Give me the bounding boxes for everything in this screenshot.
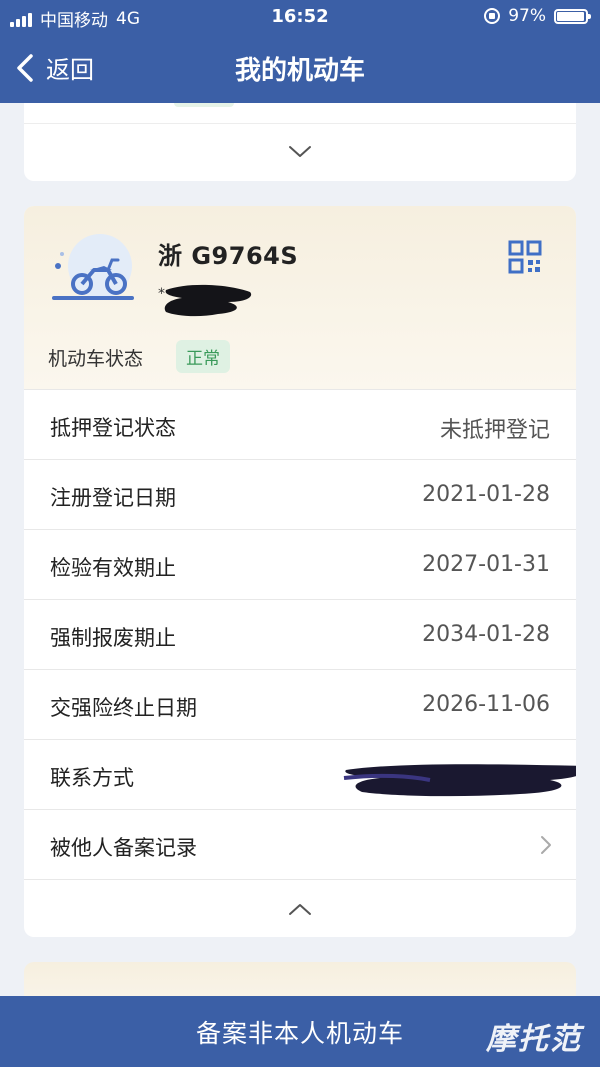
vehicle-card-header: 浙 G9764S * 机动车状态 正常 [24, 206, 576, 389]
battery-icon [554, 8, 591, 24]
chevron-down-icon[interactable] [288, 145, 312, 159]
detail-row-contact: 联系方式 [24, 739, 576, 809]
vehicle-card: 浙 G9764S * 机动车状态 正常 抵押登记状态 未抵押登记 注册登记日期 … [24, 206, 576, 937]
rotation-lock-icon [484, 8, 501, 24]
detail-label: 抵押登记状态 [50, 416, 176, 440]
detail-row-insurance-end: 交强险终止日期 2026-11-06 [24, 669, 576, 739]
detail-label: 强制报废期止 [50, 626, 176, 650]
divider [24, 123, 576, 124]
detail-row-inspection-valid: 检验有效期止 2027-01-31 [24, 529, 576, 599]
previous-status-badge [174, 103, 234, 107]
watermark: 摩托范 [486, 1022, 582, 1057]
vehicle-status-label: 机动车状态 [48, 348, 144, 370]
status-badge: 正常 [176, 340, 230, 373]
register-other-vehicle-button[interactable]: 备案非本人机动车 摩托范 [0, 996, 600, 1067]
detail-label: 交强险终止日期 [50, 696, 197, 720]
motorcycle-icon [52, 234, 134, 300]
nav-bar: 返回 我的机动车 [0, 38, 600, 98]
top-bar: 中国移动 4G 16:52 97% 返回 我的机动车 [0, 0, 600, 103]
svg-text:*: * [158, 286, 165, 302]
detail-value: 未抵押登记 [439, 418, 550, 443]
detail-row-scrap-date: 强制报废期止 2034-01-28 [24, 599, 576, 669]
chevron-right-icon [541, 836, 551, 854]
collapse-area [24, 879, 576, 937]
redacted-owner-name: * [158, 284, 252, 317]
detail-row-registration-date: 注册登记日期 2021-01-28 [24, 459, 576, 529]
redacted-contact [343, 764, 576, 797]
page-title: 我的机动车 [234, 56, 365, 86]
detail-value: 2034-01-28 [422, 622, 550, 647]
detail-value: 2026-11-06 [422, 692, 550, 717]
detail-value: 2021-01-28 [422, 482, 550, 507]
vehicle-status-row: 机动车状态 正常 [24, 326, 576, 389]
detail-row-others-records[interactable]: 被他人备案记录 [24, 809, 576, 879]
plate-number: 浙 G9764S [158, 242, 299, 270]
detail-label: 检验有效期止 [50, 556, 176, 580]
detail-row-mortgage: 抵押登记状态 未抵押登记 [24, 389, 576, 459]
battery-percent: 97% [508, 6, 546, 26]
previous-vehicle-card [24, 103, 576, 181]
chevron-up-icon[interactable] [288, 902, 312, 916]
vehicle-details: 抵押登记状态 未抵押登记 注册登记日期 2021-01-28 检验有效期止 20… [24, 389, 576, 937]
detail-label: 联系方式 [50, 766, 134, 790]
status-right: 97% [484, 6, 591, 26]
status-bar: 中国移动 4G 16:52 97% [0, 0, 600, 34]
qr-code-icon[interactable] [508, 240, 542, 274]
detail-value: 2027-01-31 [422, 552, 550, 577]
detail-label: 注册登记日期 [50, 486, 176, 510]
detail-label: 被他人备案记录 [50, 836, 197, 860]
